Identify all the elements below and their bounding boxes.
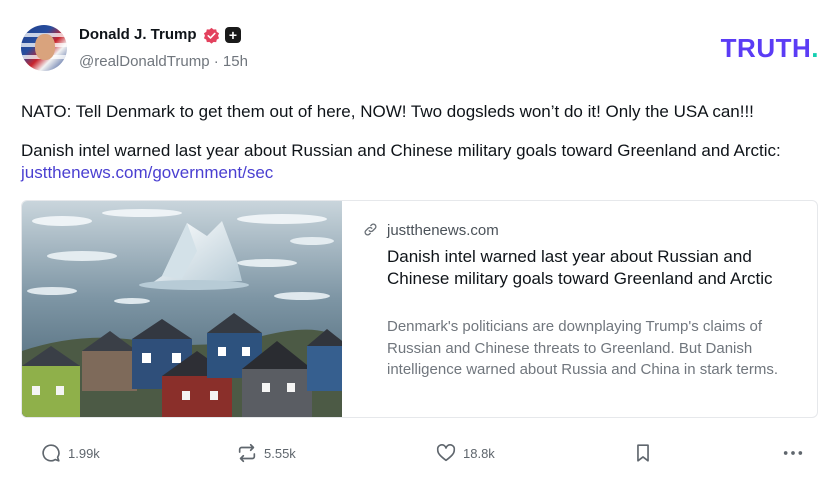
bookmark-icon xyxy=(637,444,649,462)
truth-logo[interactable]: TRUTH. xyxy=(721,33,819,64)
post-paragraph-2: Danish intel warned last year about Russ… xyxy=(21,140,821,184)
author-handle-line: @realDonaldTrump · 15h xyxy=(79,53,248,70)
link-icon xyxy=(364,223,377,236)
logo-text: TRUTH xyxy=(720,33,812,63)
bookmark-button[interactable] xyxy=(632,442,660,464)
like-count: 18.8k xyxy=(463,445,495,461)
like-button[interactable]: 18.8k xyxy=(435,442,495,464)
avatar[interactable] xyxy=(21,25,67,71)
card-thumbnail-image xyxy=(22,201,342,417)
retruth-icon xyxy=(238,443,256,463)
card-title[interactable]: Danish intel warned last year about Russ… xyxy=(387,246,797,290)
author-handle[interactable]: @realDonaldTrump xyxy=(79,53,210,70)
post-paragraph-2-text: Danish intel warned last year about Russ… xyxy=(21,141,781,160)
reply-icon xyxy=(42,444,60,462)
retruth-count: 5.55k xyxy=(264,445,296,461)
card-domain: justthenews.com xyxy=(387,222,499,239)
card-body: justthenews.com Danish intel warned last… xyxy=(362,201,812,417)
post-paragraph-1: NATO: Tell Denmark to get them out of he… xyxy=(21,102,754,121)
plus-badge-icon: + xyxy=(225,27,241,43)
card-description: Denmark's politicians are downplaying Tr… xyxy=(387,318,779,378)
meta-separator: · xyxy=(213,53,219,70)
post-inline-link[interactable]: justthenews.com/government/sec xyxy=(21,163,273,182)
post-timestamp[interactable]: 15h xyxy=(223,53,248,70)
verified-badge-icon xyxy=(203,27,220,44)
more-dots-icon xyxy=(783,451,803,455)
link-preview-card[interactable]: justthenews.com Danish intel warned last… xyxy=(21,200,818,418)
author-name[interactable]: Donald J. Trump xyxy=(79,26,197,43)
retruth-button[interactable]: 5.55k xyxy=(236,442,296,464)
logo-dot: . xyxy=(811,33,819,63)
more-options-button[interactable] xyxy=(781,442,811,464)
reply-button[interactable]: 1.99k xyxy=(40,442,100,464)
reply-count: 1.99k xyxy=(68,445,100,461)
heart-icon xyxy=(436,444,456,462)
